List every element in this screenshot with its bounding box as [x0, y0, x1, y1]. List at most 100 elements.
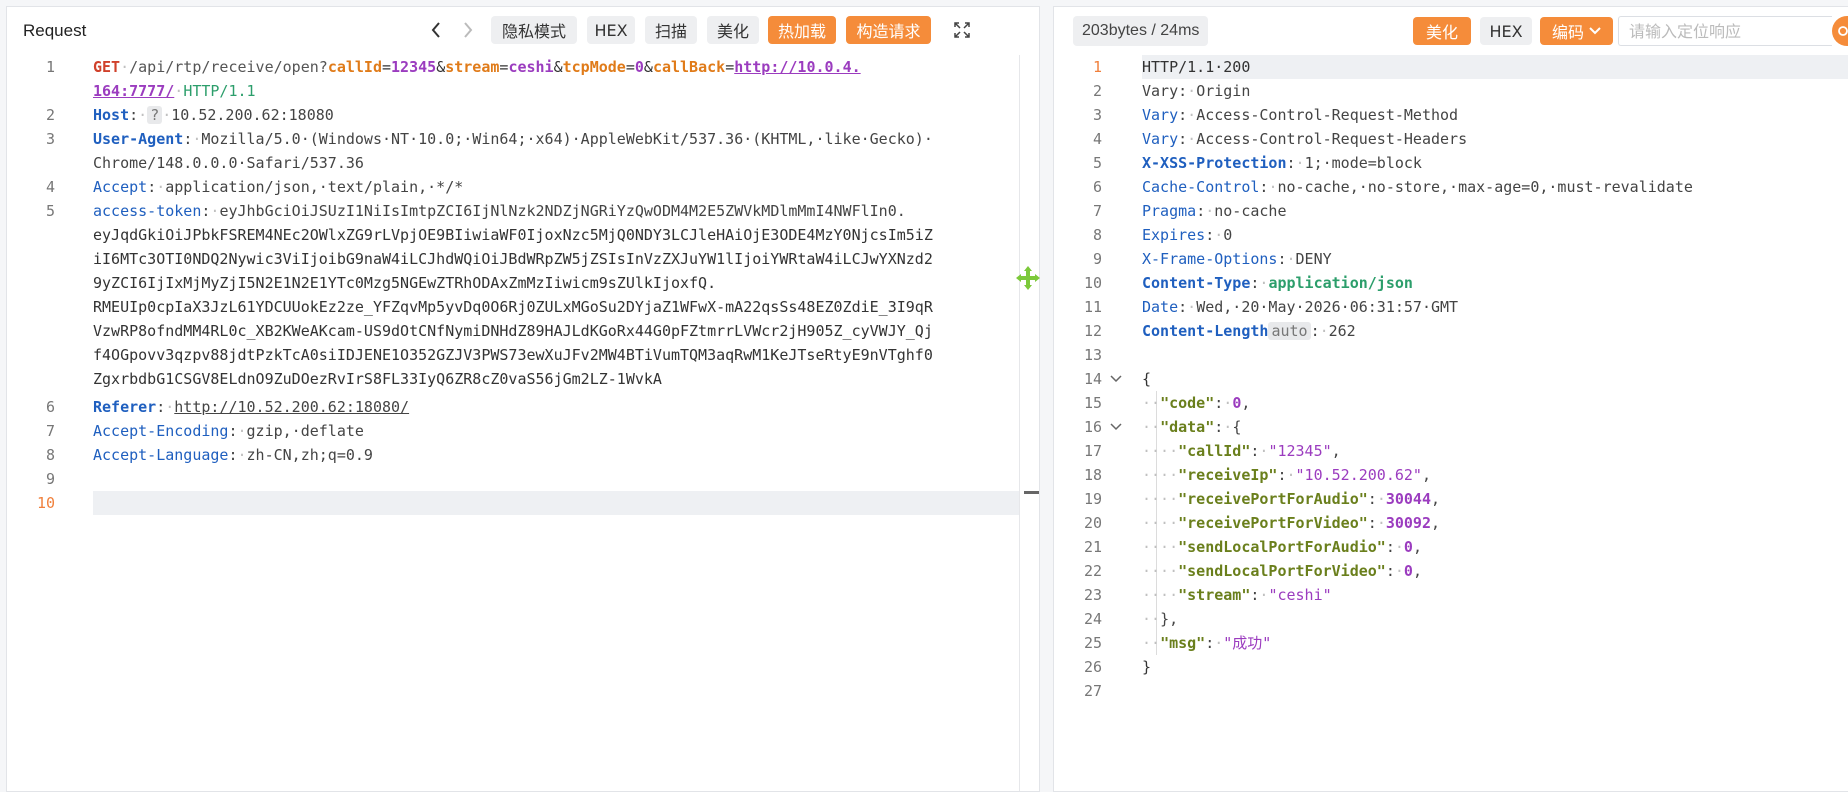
json-key: "data" [1160, 418, 1215, 436]
line-number: 4 [45, 178, 55, 196]
resp-header: Vary:·Origin [1142, 82, 1251, 100]
response-editor[interactable]: 1 2 3 4 5 6 7 8 9 10 11 12 13 14 15 16 1… [1054, 55, 1848, 791]
line-number: 13 [1083, 346, 1102, 364]
back-button[interactable] [423, 16, 449, 44]
privacy-mode-button[interactable]: 隐私模式 [491, 16, 577, 44]
auto-badge[interactable]: auto [1268, 322, 1311, 340]
line-number: 18 [1083, 466, 1102, 484]
chevron-left-icon [431, 22, 440, 38]
hot-reload-button[interactable]: 热加载 [768, 16, 836, 44]
hex-button[interactable]: HEX [1480, 17, 1532, 45]
header-access-token: access-token:·eyJhbGciOiJSUzI1NiIsImtpZC… [93, 202, 906, 220]
callback-url-cont[interactable]: 164:7777/ [93, 82, 174, 100]
token-line: VzwRP8ofndMM4RL0c_XB2KWeAKcam-US9dOtCNfN… [93, 322, 933, 340]
json-line: ····"stream":·"ceshi" [1142, 586, 1332, 604]
json-line: ··"data":·{ [1142, 418, 1242, 436]
request-panel: Request 隐私模式 HEX 扫描 美化 热加载 构造请求 1 2 3 4 … [6, 6, 1040, 792]
json-key: "sendLocalPortForAudio" [1178, 538, 1386, 556]
line-number: 6 [45, 398, 55, 416]
fold-toggle[interactable] [1109, 415, 1123, 439]
json-key: "receivePortForAudio" [1178, 490, 1368, 508]
header-value: gzip,·deflate [246, 422, 364, 440]
json-line: { [1142, 370, 1152, 388]
json-line: ··"msg":·"成功" [1142, 634, 1272, 652]
move-icon[interactable] [1014, 264, 1042, 292]
header-value: zh-CN,zh;q=0.9 [246, 446, 373, 464]
json-value: 0 [1403, 562, 1413, 580]
fullscreen-button[interactable] [949, 16, 975, 44]
request-line: GET·/api/rtp/receive/open?callId=12345&s… [93, 58, 861, 76]
referer-link[interactable]: http://10.52.200.62:18080/ [174, 398, 409, 416]
line-number: 9 [1092, 250, 1102, 268]
line-number: 19 [1083, 490, 1102, 508]
line-number: 5 [45, 202, 55, 220]
token-line: eyJqdGkiOiJPbkFSREM4NEc2OWlxZG9rLVpjOE9B… [93, 226, 933, 244]
host-badge[interactable]: ? [147, 106, 163, 124]
header-key: Content-Type [1142, 274, 1251, 292]
json-value: "12345" [1268, 442, 1332, 460]
beautify-button[interactable]: 美化 [707, 16, 759, 44]
header-key: User-Agent [93, 130, 184, 148]
param-value: ceshi [508, 58, 554, 76]
header-host: Host:·? ·10.52.200.62:18080 [93, 106, 334, 124]
json-value: 30044 [1385, 490, 1431, 508]
header-value: Chrome/148.0.0.0·Safari/537.36 [93, 154, 364, 172]
header-value: Access-Control-Request-Headers [1196, 130, 1468, 148]
splitter-handle [1016, 266, 1040, 290]
request-editor[interactable]: 1 2 3 4 5 6 7 8 9 10 GET·/api/rtp/receiv… [7, 55, 1039, 791]
fold-toggle[interactable] [1109, 367, 1123, 391]
request-line-wrap: 164:7777/·HTTP/1.1 [93, 82, 256, 100]
param-key: callId [327, 58, 382, 76]
header-value: Mozilla/5.0·(Windows·NT·10.0;·Win64;·x64… [201, 130, 933, 148]
status-line: HTTP/1.1·200 [1142, 58, 1251, 76]
hex-button[interactable]: HEX [587, 16, 635, 44]
header-value: no-cache,·no-store,·max-age=0,·must-reva… [1277, 178, 1693, 196]
request-title: Request [23, 21, 87, 40]
json-brace: }, [1160, 610, 1179, 628]
json-line: ····"receiveIp":·"10.52.200.62", [1142, 466, 1431, 484]
request-path: /api/rtp/receive/open? [129, 58, 328, 76]
beautify-button[interactable]: 美化 [1413, 17, 1471, 45]
chevron-down-icon [1589, 27, 1601, 35]
json-value: "成功" [1223, 634, 1272, 652]
header-value: 262 [1328, 322, 1356, 340]
line-number: 3 [1092, 106, 1102, 124]
scan-button[interactable]: 扫描 [645, 16, 697, 44]
expand-icon [954, 22, 970, 38]
header-key: X-Frame-Options [1142, 250, 1278, 268]
construct-request-button[interactable]: 构造请求 [846, 16, 931, 44]
line-number: 1 [45, 58, 55, 76]
line-number: 8 [45, 446, 55, 464]
token-line: 9yZCI6IjIxMjMyZjI5N2E1N2E1YTc0Mzg5NGEwZT… [93, 274, 717, 292]
json-value: "10.52.200.62" [1295, 466, 1422, 484]
callback-url[interactable]: http://10.0.4. [734, 58, 860, 76]
param-key: tcpMode [562, 58, 626, 76]
resp-header-content-length: Content-Length auto:·262 [1142, 322, 1356, 340]
line-number: 6 [1092, 178, 1102, 196]
encoding-dropdown[interactable]: 编码 [1540, 17, 1613, 45]
json-line: ····"sendLocalPortForAudio":·0, [1142, 538, 1422, 556]
json-key: "msg" [1160, 634, 1206, 652]
scrollbar-thumb[interactable] [1024, 491, 1039, 494]
header-key: X-XSS-Protection [1142, 154, 1287, 172]
header-value: 10.52.200.62:18080 [171, 106, 334, 124]
header-key: Host [93, 106, 130, 124]
request-scrollbar[interactable] [1019, 55, 1039, 791]
line-number: 9 [45, 470, 55, 488]
json-line: ··}, [1142, 610, 1179, 628]
forward-button[interactable] [455, 16, 481, 44]
line-number-current: 1 [1092, 58, 1102, 76]
http-method: GET [93, 58, 121, 76]
line-number: 11 [1083, 298, 1102, 316]
resp-header: Cache-Control:·no-cache,·no-store,·max-a… [1142, 178, 1693, 196]
resp-header: Pragma:·no-cache [1142, 202, 1287, 220]
response-toolbar: 美化 HEX 编码 [1413, 16, 1848, 46]
header-key: Date [1142, 298, 1179, 316]
header-key: Accept [93, 178, 148, 196]
resp-header: X-XSS-Protection:·1;·mode=block [1142, 154, 1422, 172]
param-key: stream [445, 58, 500, 76]
line-number: 10 [1083, 274, 1102, 292]
search-button[interactable] [1832, 16, 1848, 46]
locate-response-input[interactable] [1618, 16, 1832, 46]
header-key: Vary [1142, 82, 1179, 100]
